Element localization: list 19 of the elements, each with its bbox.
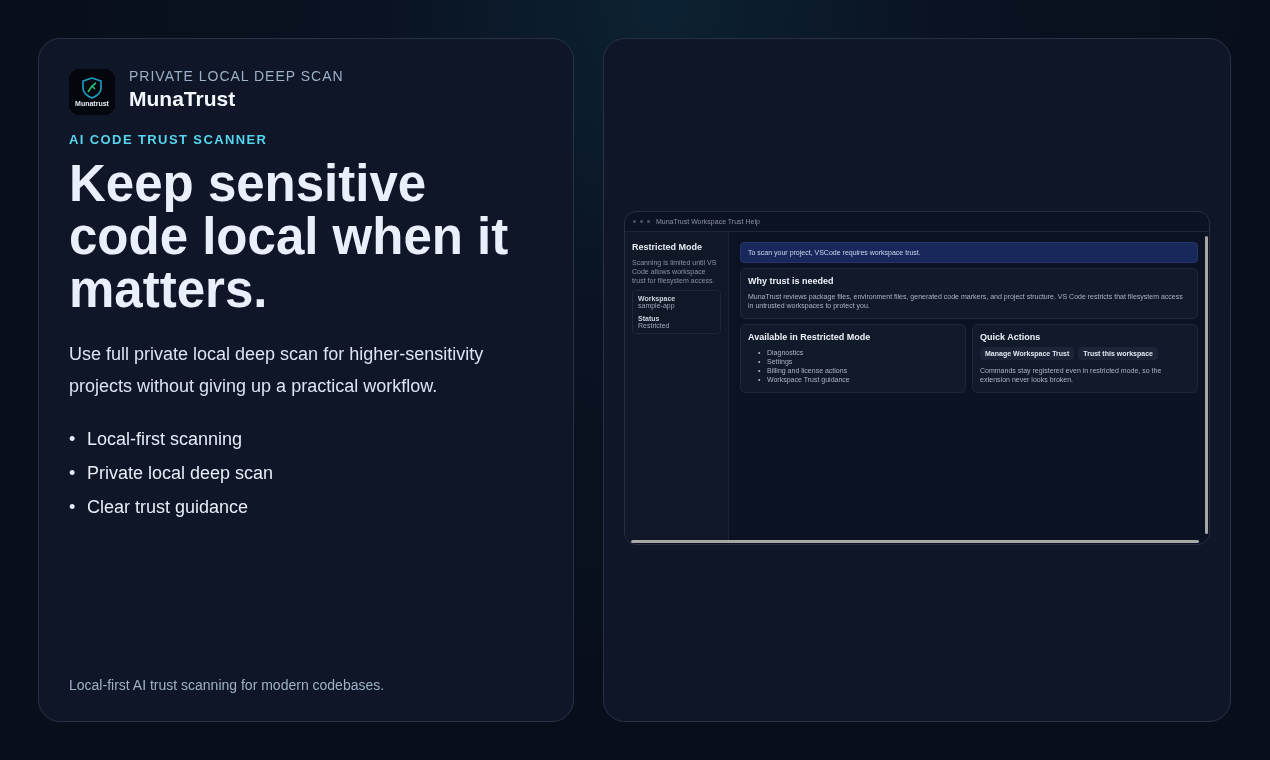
- bullet-mark: •: [69, 462, 77, 485]
- panel-title: Available in Restricted Mode: [748, 332, 872, 342]
- feature-text: Private local deep scan: [87, 462, 274, 485]
- sidebar-title: Restricted Mode: [632, 242, 703, 252]
- feature-text: Clear trust guidance: [87, 496, 249, 519]
- window-controls-icon: [633, 220, 650, 223]
- panel-title: Quick Actions: [980, 332, 1042, 342]
- brand-tagline: PRIVATE LOCAL DEEP SCAN: [129, 67, 344, 84]
- footer-text: Local-first AI trust scanning for modern codebases.: [69, 677, 386, 693]
- lead-paragraph: Use full private local deep scan for higher-sensitivity projects without giving up a practical workflow.: [69, 343, 485, 398]
- scrollbar[interactable]: [631, 540, 1199, 543]
- brand-name: MunaTrust: [129, 86, 237, 111]
- panel-title: Why trust is needed: [748, 276, 835, 286]
- headline: Keep sensitive code local when it matters.: [69, 157, 510, 316]
- section-kicker: AI CODE TRUST SCANNER: [69, 132, 269, 147]
- scrollbar[interactable]: [1205, 236, 1208, 534]
- bullet-mark: •: [69, 428, 77, 451]
- bullet-mark: •: [69, 496, 77, 519]
- feature-text: Local-first scanning: [87, 428, 243, 451]
